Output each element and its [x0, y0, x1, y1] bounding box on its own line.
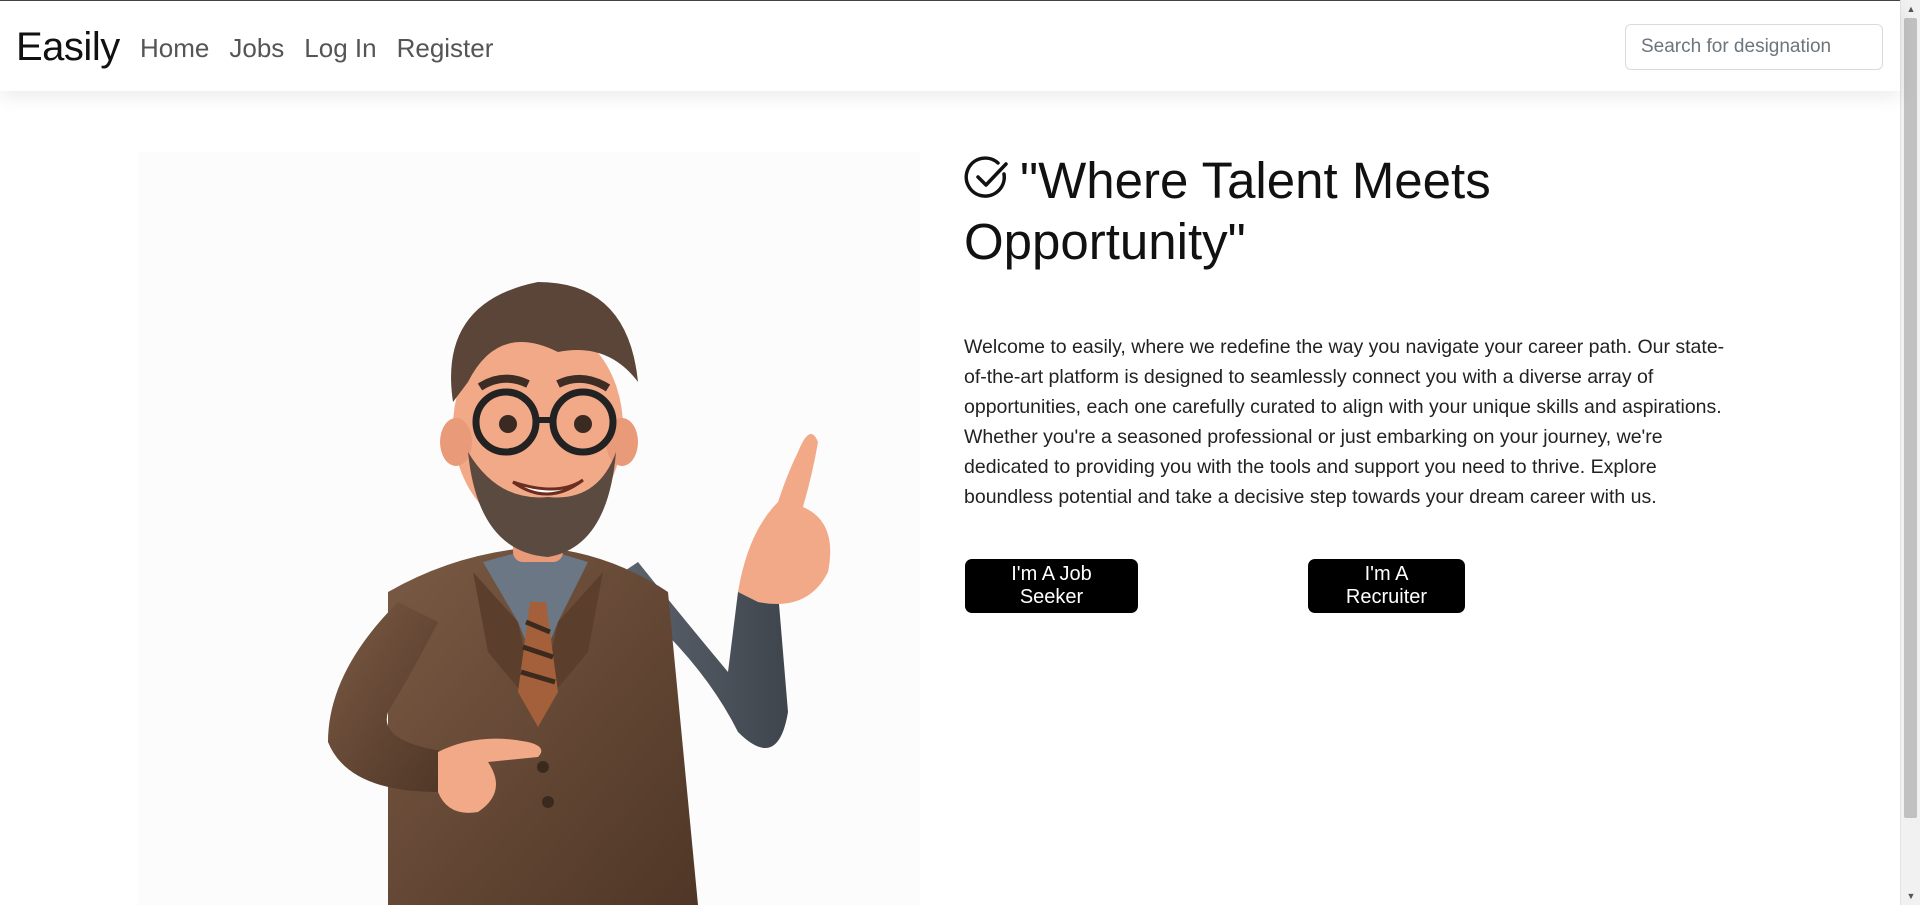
scroll-up-arrow-icon[interactable]: ▲ — [1901, 0, 1920, 18]
check-circle-icon — [964, 156, 1008, 198]
brand-logo[interactable]: Easily — [16, 25, 120, 70]
search-input[interactable] — [1625, 24, 1883, 70]
hero-description: Welcome to easily, where we redefine the… — [964, 336, 1725, 508]
scroll-down-arrow-icon[interactable]: ▼ — [1901, 887, 1920, 905]
nav-link-register[interactable]: Register — [397, 33, 494, 64]
hero-illustration — [138, 152, 920, 905]
recruiter-button[interactable]: I'm A Recruiter — [1308, 559, 1465, 613]
navbar: Easily Home Jobs Log In Register — [0, 1, 1900, 91]
vertical-scrollbar[interactable]: ▲ ▼ — [1900, 0, 1920, 905]
nav-links: Home Jobs Log In Register — [140, 33, 493, 64]
nav-link-login[interactable]: Log In — [304, 33, 376, 64]
nav-link-home[interactable]: Home — [140, 33, 209, 64]
scrollbar-thumb[interactable] — [1904, 18, 1917, 818]
job-seeker-button[interactable]: I'm A Job Seeker — [965, 559, 1138, 613]
businessman-illustration — [328, 282, 831, 905]
hero-headline-text: "Where Talent Meets Opportunity" — [964, 152, 1491, 270]
hero-headline: "Where Talent Meets Opportunity" — [964, 150, 1584, 272]
nav-link-jobs[interactable]: Jobs — [229, 33, 284, 64]
